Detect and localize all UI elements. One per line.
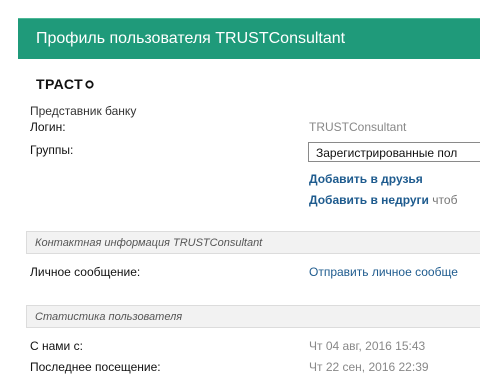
last-visit-value: Чт 22 сен, 2016 22:39: [309, 360, 429, 374]
groups-select-value: Зарегистрированные пол: [316, 146, 458, 160]
last-visit-label: Последнее посещение:: [30, 360, 161, 374]
login-label: Логин:: [30, 120, 66, 134]
login-value: TRUSTConsultant: [309, 120, 407, 134]
add-foe-suffix: чтоб: [432, 193, 458, 207]
pm-label: Личное сообщение:: [30, 265, 141, 279]
groups-label: Группы:: [30, 143, 74, 157]
stats-section-title: Статистика пользователя: [35, 311, 183, 323]
bank-logo: ТРАСТ: [36, 76, 94, 92]
add-foe-link[interactable]: Добавить в недруги: [309, 193, 429, 207]
groups-select[interactable]: Зарегистрированные пол: [308, 142, 480, 162]
joined-value: Чт 04 авг, 2016 15:43: [309, 339, 426, 353]
profile-header: Профиль пользователя TRUSTConsultant: [18, 18, 480, 59]
user-rank: Представник банку: [30, 104, 137, 118]
contact-section-header: Контактная информация TRUSTConsultant: [26, 231, 480, 254]
send-pm-link[interactable]: Отправить личное сообще: [309, 265, 458, 279]
stats-section-header: Статистика пользователя: [26, 305, 480, 328]
top-strip: [0, 0, 480, 18]
add-friend-link[interactable]: Добавить в друзья: [309, 172, 423, 186]
logo-mark-icon: [85, 76, 94, 89]
page-title: Профиль пользователя TRUSTConsultant: [36, 30, 346, 47]
add-foe-row: Добавить в недруги чтоб: [309, 193, 457, 207]
joined-label: С нами с:: [30, 339, 83, 353]
logo-text: ТРАСТ: [36, 76, 84, 92]
contact-section-title: Контактная информация TRUSTConsultant: [35, 237, 263, 249]
